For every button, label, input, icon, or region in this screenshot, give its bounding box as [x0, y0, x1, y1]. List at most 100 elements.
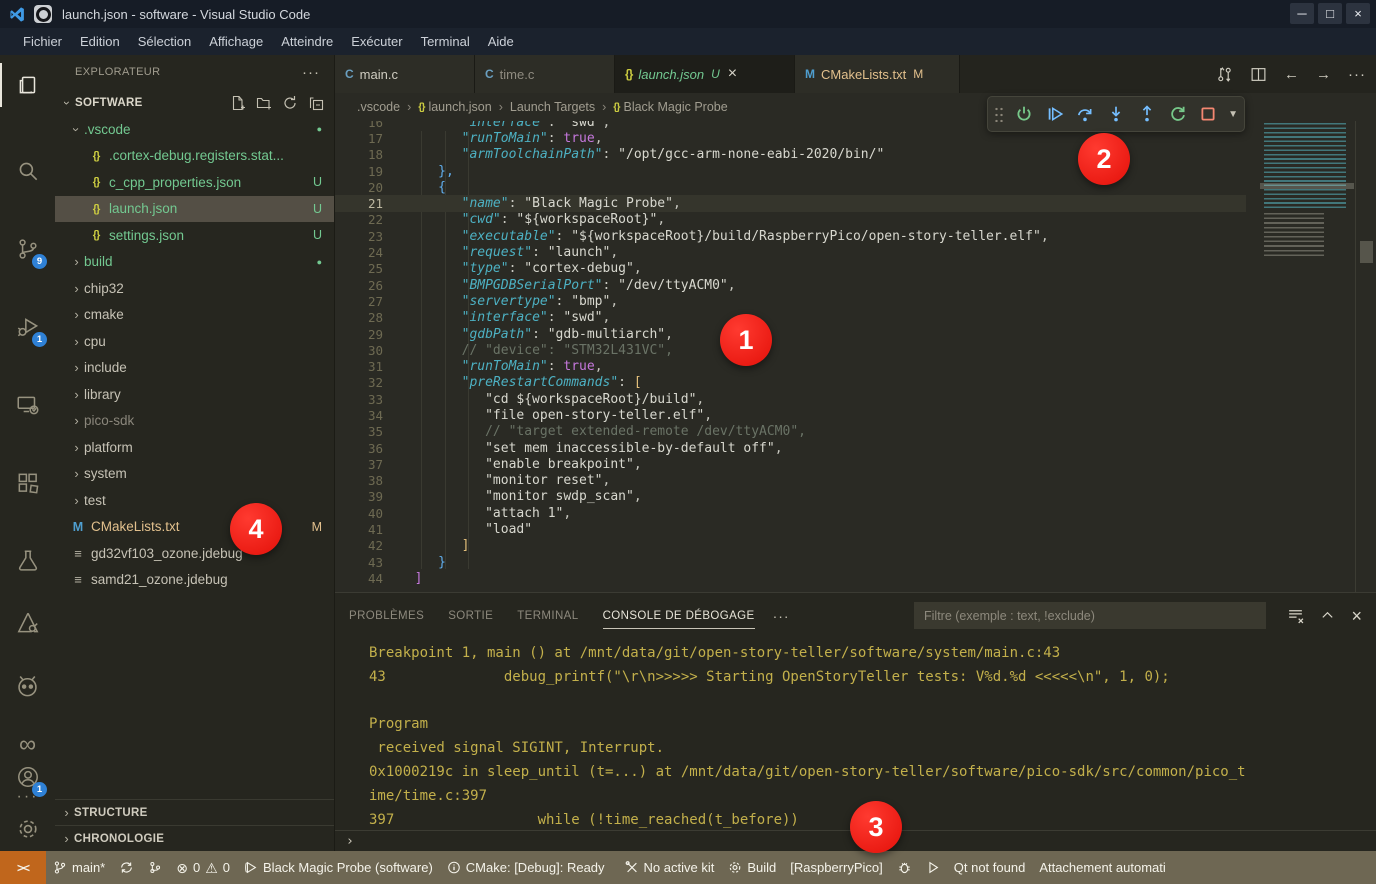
git-branch-item[interactable]: main*: [46, 851, 112, 884]
code-line-38[interactable]: 38 "monitor reset",: [335, 473, 1246, 489]
code-line-44[interactable]: 44 ]: [335, 570, 1246, 586]
maximize-panel-icon[interactable]: [1320, 608, 1335, 623]
tree-item-platform[interactable]: ›platform: [55, 434, 334, 461]
tab-problems[interactable]: PROBLÈMES: [349, 593, 424, 638]
tab-cmakelists[interactable]: M CMakeLists.txt M: [795, 55, 960, 93]
code-line-23[interactable]: 23 "executable": "${workspaceRoot}/build…: [335, 228, 1246, 244]
debug-console-output[interactable]: Breakpoint 1, main () at /mnt/data/git/o…: [335, 638, 1376, 830]
tab-time-c[interactable]: C time.c: [475, 55, 615, 93]
open-changes-icon[interactable]: [1216, 66, 1233, 83]
tree-item-.cortex-debug.registers.stat...[interactable]: {}.cortex-debug.registers.stat...: [55, 143, 334, 170]
code-line-37[interactable]: 37 "enable breakpoint",: [335, 456, 1246, 472]
code-line-35[interactable]: 35 // "target extended-remote /dev/ttyAC…: [335, 424, 1246, 440]
code-line-36[interactable]: 36 "set mem inaccessible-by-default off"…: [335, 440, 1246, 456]
tree-item-samd21_ozone.jdebug[interactable]: ≡samd21_ozone.jdebug: [55, 567, 334, 594]
tree-item-.vscode[interactable]: ›.vscode●: [55, 116, 334, 143]
remote-explorer-icon[interactable]: [0, 383, 55, 427]
debug-launch-item[interactable]: [890, 851, 919, 884]
code-line-34[interactable]: 34 "file open-story-teller.elf",: [335, 407, 1246, 423]
tree-item-CMakeLists.txt[interactable]: MCMakeLists.txtM: [55, 514, 334, 541]
code-line-26[interactable]: 26 "BMPGDBSerialPort": "/dev/ttyACM0",: [335, 277, 1246, 293]
code-line-39[interactable]: 39 "monitor swdp_scan",: [335, 489, 1246, 505]
workspace-section-header[interactable]: › SOFTWARE: [55, 89, 334, 116]
close-button[interactable]: ×: [1346, 3, 1370, 24]
editor-more-icon[interactable]: ···: [1348, 66, 1366, 83]
timeline-section[interactable]: › CHRONOLOGIE: [55, 825, 334, 851]
step-into-icon[interactable]: [1105, 103, 1127, 125]
panel-more-icon[interactable]: ···: [773, 608, 790, 624]
minimap[interactable]: [1260, 121, 1354, 271]
collapse-all-icon[interactable]: [308, 95, 324, 111]
tree-item-cmake[interactable]: ›cmake: [55, 302, 334, 329]
menu-item-0[interactable]: Fichier: [14, 31, 71, 52]
tree-item-gd32vf103_ozone.jdebug[interactable]: ≡gd32vf103_ozone.jdebug: [55, 540, 334, 567]
tree-item-c_cpp_properties.json[interactable]: {}c_cpp_properties.jsonU: [55, 169, 334, 196]
debug-target-item[interactable]: Black Magic Probe (software): [237, 851, 440, 884]
tab-terminal[interactable]: TERMINAL: [517, 593, 578, 638]
tree-item-library[interactable]: ›library: [55, 381, 334, 408]
navigate-forward-icon[interactable]: →: [1316, 66, 1331, 83]
tab-close-icon[interactable]: ×: [728, 66, 737, 82]
code-line-27[interactable]: 27 "servertype": "bmp",: [335, 293, 1246, 309]
run-debug-icon[interactable]: 1: [0, 305, 55, 349]
remote-indicator[interactable]: ><: [0, 851, 46, 884]
tree-item-pico-sdk[interactable]: ›pico-sdk: [55, 408, 334, 435]
console-filter-input[interactable]: [914, 602, 1266, 629]
code-line-42[interactable]: 42 ]: [335, 538, 1246, 554]
code-line-25[interactable]: 25 "type": "cortex-debug",: [335, 261, 1246, 277]
step-over-icon[interactable]: [1074, 103, 1096, 125]
search-icon[interactable]: [0, 149, 55, 193]
account-icon[interactable]: 1: [0, 755, 55, 799]
maximize-button[interactable]: □: [1318, 3, 1342, 24]
close-panel-icon[interactable]: ×: [1351, 607, 1362, 625]
problems-item[interactable]: ⊗ 0 ⚠ 0: [169, 851, 237, 884]
code-line-24[interactable]: 24 "request": "launch",: [335, 244, 1246, 260]
build-item[interactable]: Build: [721, 851, 783, 884]
new-folder-icon[interactable]: [256, 95, 272, 111]
auto-attach-item[interactable]: Attachement automati: [1032, 851, 1172, 884]
qt-item[interactable]: Qt not found: [947, 851, 1033, 884]
tree-item-settings.json[interactable]: {}settings.jsonU: [55, 222, 334, 249]
code-line-28[interactable]: 28 "interface": "swd",: [335, 310, 1246, 326]
extensions-icon[interactable]: [0, 461, 55, 505]
restart-icon[interactable]: [1167, 103, 1189, 125]
run-item[interactable]: [919, 851, 947, 884]
toolbar-chevron-icon[interactable]: ▼: [1228, 109, 1238, 120]
tree-item-system[interactable]: ›system: [55, 461, 334, 488]
code-line-31[interactable]: 31 "runToMain": true,: [335, 358, 1246, 374]
tree-item-test[interactable]: ›test: [55, 487, 334, 514]
refresh-icon[interactable]: [282, 95, 298, 111]
explorer-more-icon[interactable]: ···: [302, 64, 320, 81]
tab-main-c[interactable]: C main.c: [335, 55, 475, 93]
code-line-43[interactable]: 43 }: [335, 554, 1246, 570]
tree-item-chip32[interactable]: ›chip32: [55, 275, 334, 302]
platformio-icon[interactable]: [0, 663, 55, 707]
menu-item-2[interactable]: Sélection: [129, 31, 200, 52]
tab-launch-json[interactable]: {} launch.json U ×: [615, 55, 795, 93]
minimize-button[interactable]: ─: [1290, 3, 1314, 24]
stop-icon[interactable]: [1197, 103, 1219, 125]
tab-output[interactable]: SORTIE: [448, 593, 493, 638]
code-line-32[interactable]: 32 "preRestartCommands": [: [335, 375, 1246, 391]
menu-item-7[interactable]: Aide: [479, 31, 523, 52]
code-line-22[interactable]: 22 "cwd": "${workspaceRoot}",: [335, 212, 1246, 228]
menu-item-3[interactable]: Affichage: [200, 31, 272, 52]
clear-console-icon[interactable]: [1287, 607, 1304, 624]
code-line-40[interactable]: 40 "attach 1",: [335, 505, 1246, 521]
code-line-33[interactable]: 33 "cd ${workspaceRoot}/build",: [335, 391, 1246, 407]
tree-item-cpu[interactable]: ›cpu: [55, 328, 334, 355]
new-file-icon[interactable]: [230, 95, 246, 111]
variant-item[interactable]: [RaspberryPico]: [783, 851, 889, 884]
menu-item-1[interactable]: Edition: [71, 31, 129, 52]
debug-continue-icon[interactable]: [1044, 103, 1066, 125]
tree-item-build[interactable]: ›build●: [55, 249, 334, 276]
source-control-icon[interactable]: 9: [0, 227, 55, 271]
split-editor-icon[interactable]: [1250, 66, 1267, 83]
cmake-status-item[interactable]: CMake: [Debug]: Ready: [440, 851, 612, 884]
code-editor[interactable]: 16 "interface": "swd",17 "runToMain": tr…: [335, 121, 1376, 592]
kit-item[interactable]: No active kit: [618, 851, 722, 884]
explorer-icon[interactable]: [0, 63, 55, 107]
tree-item-include[interactable]: ›include: [55, 355, 334, 382]
code-line-41[interactable]: 41 "load": [335, 521, 1246, 537]
tab-debug-console[interactable]: CONSOLE DE DÉBOGAGE: [603, 593, 755, 638]
